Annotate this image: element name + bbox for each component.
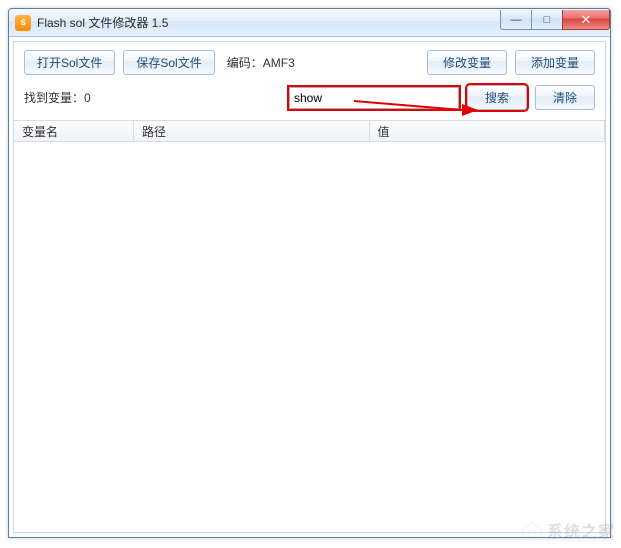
found-count-label: 找到变量：0 — [24, 89, 91, 106]
window-controls: — □ ✕ — [501, 10, 610, 30]
table-body[interactable] — [14, 142, 605, 532]
encoding-label: 编码：AMF3 — [227, 54, 295, 71]
clear-button[interactable]: 清除 — [535, 85, 595, 110]
encoding-value: AMF3 — [263, 56, 295, 70]
app-icon: s — [15, 15, 31, 31]
modify-var-button[interactable]: 修改变量 — [427, 50, 507, 75]
client-area: 打开Sol文件 保存Sol文件 编码：AMF3 修改变量 添加变量 找到变量：0… — [13, 41, 606, 533]
search-button[interactable]: 搜索 — [467, 85, 527, 110]
add-var-button[interactable]: 添加变量 — [515, 50, 595, 75]
column-header-name[interactable]: 变量名 — [14, 121, 134, 141]
main-toolbar: 打开Sol文件 保存Sol文件 编码：AMF3 修改变量 添加变量 — [14, 42, 605, 81]
found-count-value: 0 — [84, 91, 91, 105]
maximize-button[interactable]: □ — [531, 10, 563, 30]
window-title: Flash sol 文件修改器 1.5 — [37, 14, 168, 31]
search-toolbar: 找到变量：0 搜索 清除 — [14, 81, 605, 120]
save-sol-button[interactable]: 保存Sol文件 — [123, 50, 214, 75]
close-button[interactable]: ✕ — [562, 10, 610, 30]
search-input[interactable] — [289, 87, 459, 109]
minimize-button[interactable]: — — [500, 10, 532, 30]
app-window: s Flash sol 文件修改器 1.5 — □ ✕ 打开Sol文件 保存So… — [8, 8, 611, 538]
titlebar: s Flash sol 文件修改器 1.5 — □ ✕ — [9, 9, 610, 37]
table-header: 变量名 路径 值 — [14, 120, 605, 142]
column-header-value[interactable]: 值 — [370, 121, 606, 141]
open-sol-button[interactable]: 打开Sol文件 — [24, 50, 115, 75]
column-header-path[interactable]: 路径 — [134, 121, 370, 141]
